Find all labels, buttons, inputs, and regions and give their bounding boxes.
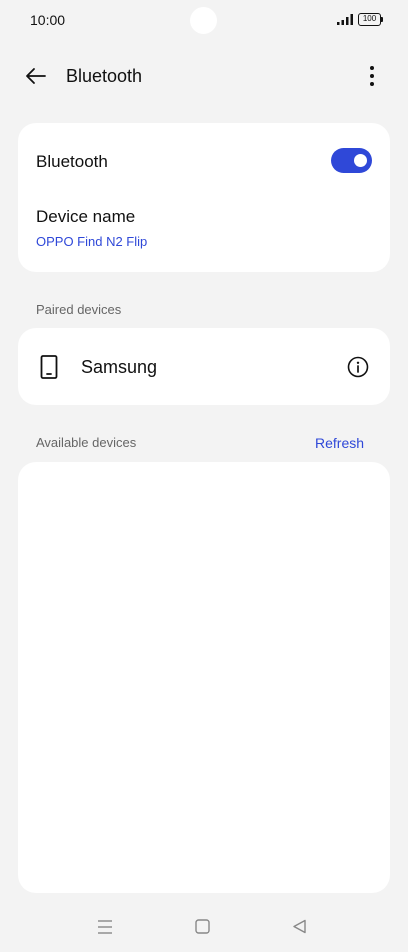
home-square-icon[interactable]	[195, 919, 210, 934]
paired-devices-header: Paired devices	[36, 302, 122, 317]
paired-device-row[interactable]: Samsung	[18, 328, 390, 405]
battery-level: 100	[358, 13, 381, 26]
status-bar: 10:00 100	[0, 0, 408, 40]
system-nav-bar	[0, 912, 408, 942]
bluetooth-settings-card: Bluetooth Device name OPPO Find N2 Flip	[18, 123, 390, 272]
device-name-label: Device name	[36, 207, 136, 226]
app-bar: Bluetooth	[0, 56, 408, 96]
bluetooth-toggle[interactable]	[331, 148, 372, 173]
toggle-knob	[354, 154, 367, 167]
refresh-button[interactable]: Refresh	[315, 435, 364, 451]
paired-devices-card: Samsung	[18, 328, 390, 405]
device-name-row[interactable]: Device name OPPO Find N2 Flip	[18, 203, 390, 255]
info-icon[interactable]	[347, 356, 369, 378]
more-vert-icon[interactable]	[362, 64, 382, 88]
signal-icon	[337, 14, 353, 25]
device-name-value: OPPO Find N2 Flip	[36, 234, 148, 249]
front-camera-cutout	[190, 7, 217, 34]
paired-device-name: Samsung	[81, 357, 158, 377]
available-devices-header: Available devices	[36, 435, 137, 450]
bluetooth-settings-screen: 10:00 100 Bluetooth Bluetooth Device nam…	[0, 0, 408, 952]
battery-icon: 100	[358, 13, 384, 26]
available-devices-list	[18, 462, 390, 893]
bluetooth-label: Bluetooth	[36, 152, 108, 171]
smartphone-icon	[40, 355, 58, 379]
page-title: Bluetooth	[66, 66, 143, 86]
back-arrow-icon[interactable]	[24, 64, 48, 88]
back-triangle-icon[interactable]	[292, 919, 307, 934]
bluetooth-toggle-row[interactable]: Bluetooth	[18, 143, 390, 179]
status-time: 10:00	[30, 12, 66, 28]
recents-menu-icon[interactable]	[97, 919, 113, 935]
